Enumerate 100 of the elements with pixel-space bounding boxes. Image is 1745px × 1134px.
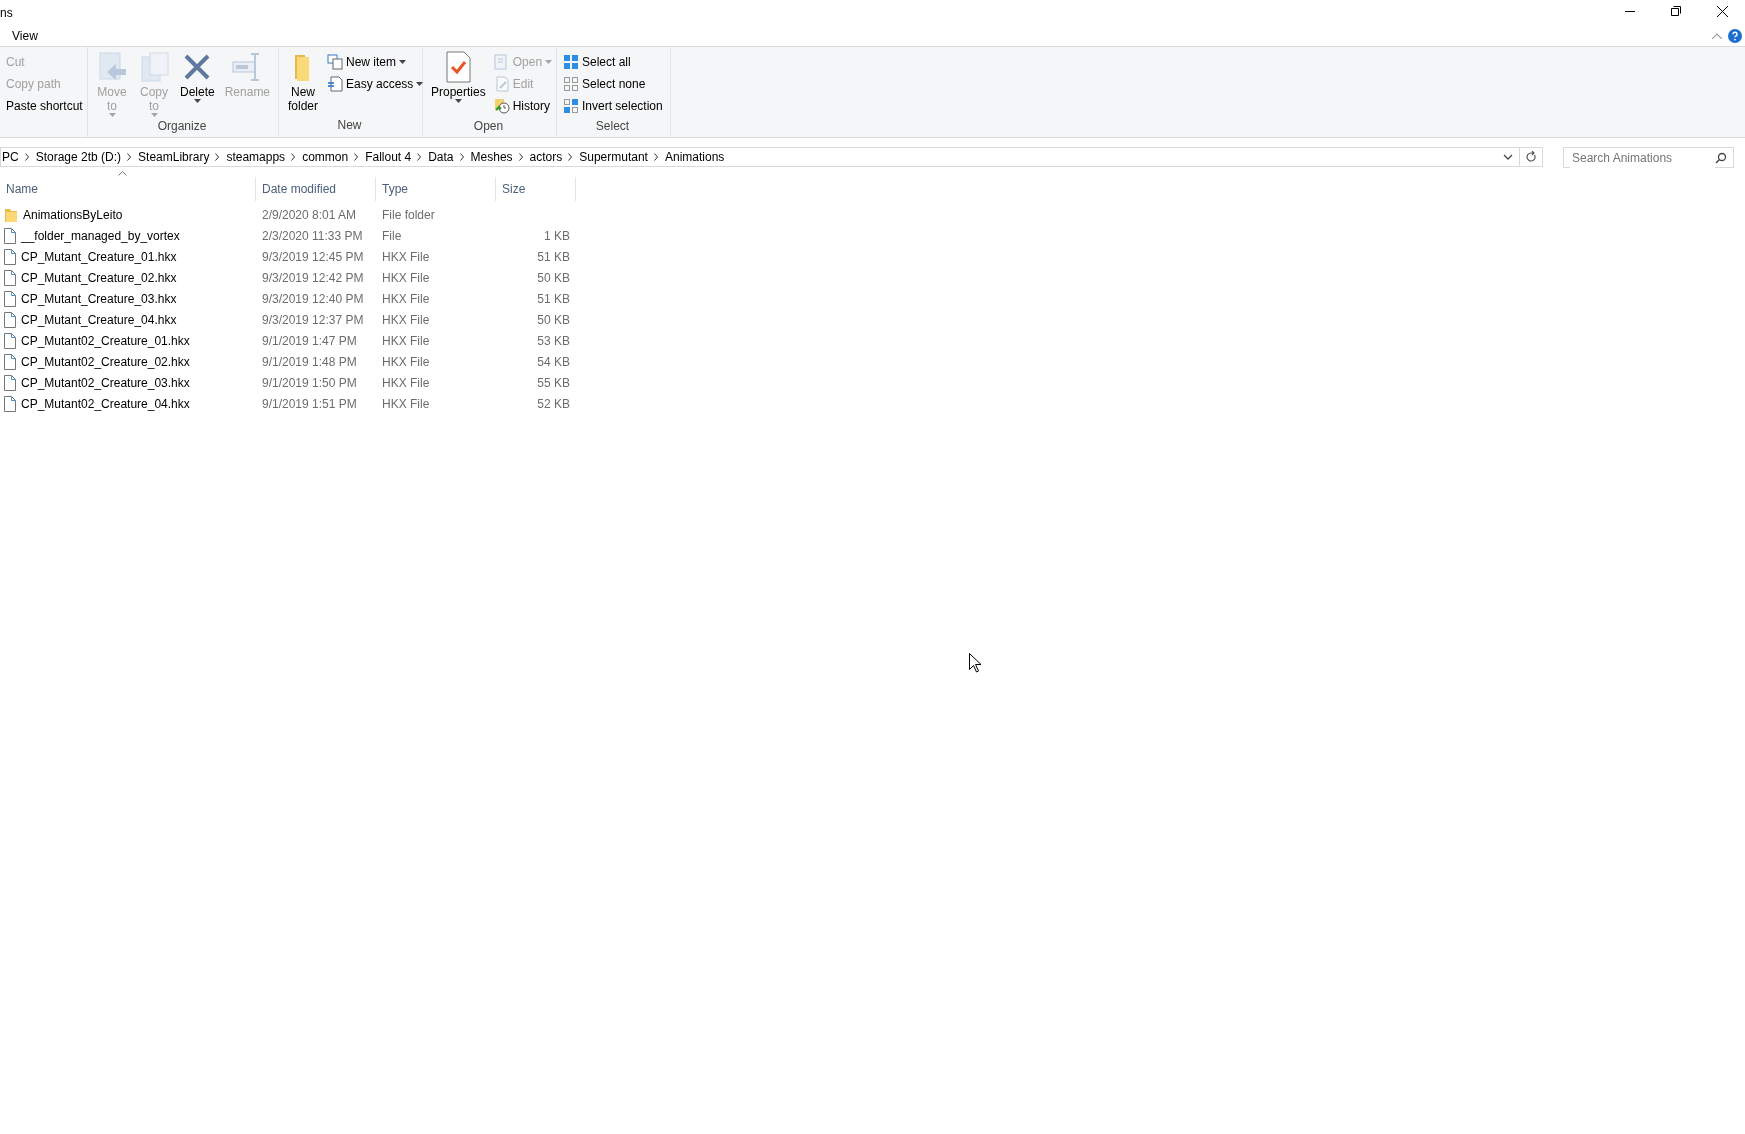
column-header[interactable]: Name	[0, 177, 256, 201]
copy-icon	[138, 51, 170, 83]
group-label: Open	[472, 118, 505, 135]
minimize-icon[interactable]	[1625, 10, 1635, 12]
file-icon	[4, 311, 16, 328]
close-icon[interactable]	[1716, 5, 1728, 17]
type-cell-text: File	[381, 227, 403, 245]
size-cell-text: 1 KB	[543, 227, 570, 245]
breadcrumb-link[interactable]: SteamLibrary	[132, 148, 216, 166]
breadcrumb-link[interactable]: Storage 2tb (D:)	[29, 148, 128, 166]
search-field[interactable]: Search Animations	[1563, 147, 1734, 168]
type-cell-text: HKX File	[381, 269, 431, 287]
move-icon	[96, 51, 128, 83]
open-icon	[493, 54, 510, 70]
easy-access-icon	[327, 76, 343, 92]
file-icon	[4, 332, 16, 349]
breadcrumb-link[interactable]: steamapps	[220, 148, 292, 166]
window-title: ns	[0, 5, 13, 22]
date-cell-text: 2/3/2020 11:33 PM	[261, 227, 364, 245]
type-cell-text: HKX File	[381, 290, 431, 308]
size-cell-text: 54 KB	[536, 353, 570, 371]
ribbon-button[interactable]: Easy access	[325, 73, 426, 95]
file-name: CP_Mutant02_Creature_02.hkx	[21, 353, 190, 371]
column-header[interactable]: Date modified	[256, 177, 376, 201]
ribbon-button[interactable]: Select all	[561, 51, 665, 73]
folder-icon	[4, 206, 18, 223]
file-icon	[4, 248, 16, 265]
file-icon	[4, 269, 16, 286]
breadcrumb-link[interactable]: Fallout 4	[359, 148, 418, 166]
ribbon-button[interactable]: Invert selection	[561, 95, 665, 117]
group-label: Organize	[156, 118, 208, 135]
type-cell-text: HKX File	[381, 374, 431, 392]
size-cell-text: 53 KB	[536, 332, 570, 350]
column-header[interactable]: Type	[376, 177, 496, 201]
file-icon	[4, 290, 16, 307]
file-name: CP_Mutant02_Creature_04.hkx	[21, 395, 190, 413]
file-icon	[4, 395, 16, 412]
breadcrumb-link[interactable]: PC	[1, 148, 25, 166]
chevron-icon	[417, 153, 423, 161]
type-cell-text: HKX File	[381, 311, 431, 329]
chevron-icon	[653, 153, 659, 161]
type-cell-text: HKX File	[381, 332, 431, 350]
dropdown-icon[interactable]	[1503, 154, 1513, 160]
breadcrumb-link[interactable]: common	[296, 148, 355, 166]
ribbon-button[interactable]: New folder	[283, 51, 323, 116]
chevron-icon	[127, 153, 133, 161]
chevron-icon	[215, 153, 221, 161]
breadcrumb-link[interactable]: Animations	[658, 148, 731, 166]
history-icon	[493, 98, 510, 114]
ribbon-button[interactable]: Paste shortcut	[4, 95, 85, 117]
date-cell-text: 2/9/2020 8:01 AM	[261, 206, 358, 224]
date-cell-text: 9/3/2019 12:37 PM	[261, 311, 365, 329]
type-cell-text: HKX File	[381, 395, 431, 413]
select-none-icon	[563, 76, 579, 92]
chevron-icon	[291, 153, 297, 161]
ribbon-button[interactable]: New item	[325, 51, 426, 73]
restore-icon[interactable]	[1671, 6, 1681, 16]
invert-selection-icon	[563, 98, 579, 114]
file-name: CP_Mutant_Creature_01.hkx	[21, 248, 177, 266]
type-cell-text: HKX File	[381, 353, 431, 371]
ribbon-button[interactable]: Delete	[176, 51, 219, 117]
search-icon	[1715, 151, 1727, 164]
menu-tab[interactable]: View	[12, 26, 38, 46]
chevron-icon	[459, 153, 465, 161]
size-cell-text: 51 KB	[536, 290, 570, 308]
chevron-icon	[24, 153, 30, 161]
ribbon-button[interactable]: Select none	[561, 73, 665, 95]
collapse-ribbon-icon[interactable]	[1712, 33, 1722, 39]
file-icon	[4, 374, 16, 391]
date-cell-text: 9/3/2019 12:42 PM	[261, 269, 365, 287]
ribbon-button[interactable]: Properties	[427, 51, 490, 117]
date-cell-text: 9/3/2019 12:40 PM	[261, 290, 365, 308]
column-header[interactable]: Size	[496, 177, 576, 201]
help-icon[interactable]	[1728, 29, 1742, 43]
file-name: __folder_managed_by_vortex	[21, 227, 180, 245]
cursor-icon	[969, 653, 982, 673]
refresh-icon[interactable]	[1525, 151, 1537, 163]
breadcrumb-link[interactable]: Supermutant	[573, 148, 654, 166]
breadcrumb-link[interactable]: Data	[422, 148, 460, 166]
chevron-icon	[568, 153, 574, 161]
address-bar[interactable]: PC Storage 2tb (D:) SteamLibrary steamapps common Fallout 4 Data Meshes actors Supermutant Animations	[0, 147, 1543, 167]
ribbon-button[interactable]: History	[491, 95, 555, 117]
new-item-icon	[327, 54, 343, 70]
size-cell-text: 52 KB	[536, 395, 570, 413]
file-name: CP_Mutant_Creature_02.hkx	[21, 269, 177, 287]
file-name: CP_Mutant02_Creature_03.hkx	[21, 374, 190, 392]
file-name: CP_Mutant_Creature_03.hkx	[21, 290, 177, 308]
file-name: CP_Mutant02_Creature_01.hkx	[21, 332, 190, 350]
date-cell-text: 9/1/2019 1:51 PM	[261, 395, 358, 413]
date-cell-text: 9/1/2019 1:47 PM	[261, 332, 358, 350]
group-label: New	[336, 117, 363, 134]
size-cell-text: 50 KB	[536, 269, 570, 287]
edit-icon	[493, 76, 510, 92]
select-all-icon	[563, 54, 579, 70]
breadcrumb-link[interactable]: Meshes	[464, 148, 519, 166]
group-label: Select	[594, 118, 631, 135]
date-cell-text: 9/1/2019 1:48 PM	[261, 353, 358, 371]
size-cell-text: 50 KB	[536, 311, 570, 329]
breadcrumb-link[interactable]: actors	[523, 148, 569, 166]
chevron-icon	[354, 153, 360, 161]
